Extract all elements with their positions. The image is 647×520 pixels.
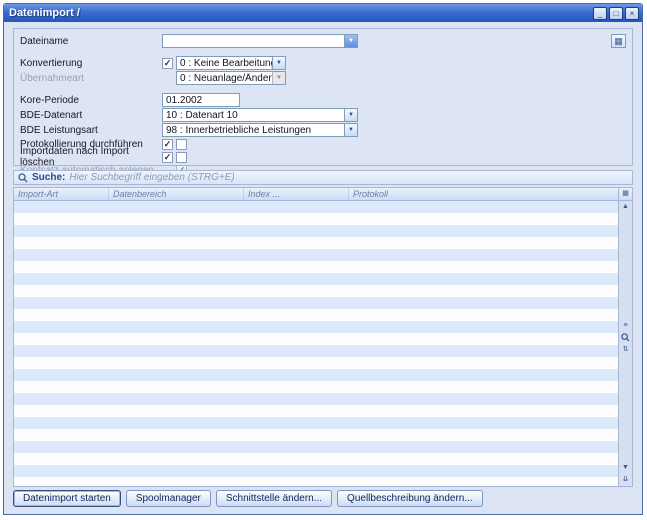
rail-search-icon[interactable]: [619, 332, 632, 344]
column-header-protokoll[interactable]: Protokoll: [349, 188, 618, 200]
table-row[interactable]: [14, 237, 618, 249]
column-header-index[interactable]: Index ...: [244, 188, 349, 200]
column-header-import-art[interactable]: Import-Art: [14, 188, 109, 200]
bde-datenart-row: BDE-Datenart 10 : Datenart 10 ▼: [20, 108, 626, 122]
table-row[interactable]: [14, 213, 618, 225]
kore-periode-value: 01.2002: [166, 95, 202, 106]
table-row[interactable]: [14, 357, 618, 369]
window-content: Dateiname ▼ ▦ Konvertierung ✓ 0 : Keine …: [5, 22, 641, 513]
table-row[interactable]: [14, 345, 618, 357]
uebernahmeart-dropdown-icon: ▼: [272, 72, 285, 84]
kore-periode-input[interactable]: 01.2002: [162, 93, 240, 107]
bde-leistungsart-row: BDE Leistungsart 98 : Innerbetriebliche …: [20, 123, 626, 137]
bde-datenart-value: 10 : Datenart 10: [166, 110, 344, 121]
file-browse-button[interactable]: ▦: [611, 34, 626, 48]
konvertierung-checkbox[interactable]: ✓: [162, 58, 173, 69]
bde-datenart-select[interactable]: 10 : Datenart 10 ▼: [162, 108, 358, 122]
konvertierung-value: 0 : Keine Bearbeitung: [180, 58, 272, 69]
table-main: Import-Art Datenbereich Index ... Protok…: [14, 188, 618, 486]
close-button[interactable]: ×: [625, 7, 639, 20]
table-row[interactable]: [14, 417, 618, 429]
table-row[interactable]: [14, 285, 618, 297]
importdaten-checkbox-2[interactable]: [176, 152, 187, 163]
protokollierung-checkbox-2[interactable]: [176, 139, 187, 150]
scroll-up-icon[interactable]: ▲: [619, 201, 632, 213]
table-row[interactable]: [14, 405, 618, 417]
window-controls: _ □ ×: [593, 7, 639, 20]
bde-datenart-dropdown-icon[interactable]: ▼: [344, 109, 357, 121]
search-hint-text: Hier Suchbegriff eingeben (STRG+E): [69, 172, 234, 183]
table-row[interactable]: [14, 249, 618, 261]
bde-datenart-label: BDE-Datenart: [20, 110, 162, 121]
uebernahmeart-select[interactable]: 0 : Neuanlage/Änderung ▼: [176, 71, 286, 85]
table-row[interactable]: [14, 477, 618, 486]
table-row[interactable]: [14, 429, 618, 441]
table-row[interactable]: [14, 297, 618, 309]
protokollierung-checkbox[interactable]: ✓: [162, 139, 173, 150]
spoolmanager-button[interactable]: Spoolmanager: [126, 490, 211, 507]
table-row[interactable]: [14, 273, 618, 285]
konvertierung-row: Konvertierung ✓ 0 : Keine Bearbeitung ▼: [20, 56, 626, 70]
change-interface-button[interactable]: Schnittstelle ändern...: [216, 490, 332, 507]
change-source-description-button[interactable]: Quellbeschreibung ändern...: [337, 490, 483, 507]
kore-periode-row: Kore-Periode 01.2002: [20, 93, 626, 107]
titlebar[interactable]: Datenimport / _ □ ×: [4, 4, 642, 22]
konvertierung-dropdown-icon[interactable]: ▼: [272, 57, 285, 69]
kore-periode-label: Kore-Periode: [20, 95, 162, 106]
start-import-button[interactable]: Datenimport starten: [13, 490, 121, 507]
footer-button-bar: Datenimport starten Spoolmanager Schnitt…: [13, 490, 633, 507]
table-row[interactable]: [14, 309, 618, 321]
table-header: Import-Art Datenbereich Index ... Protok…: [14, 188, 618, 201]
scroll-down-icon[interactable]: ▼: [619, 462, 632, 474]
konvertierung-label: Konvertierung: [20, 58, 162, 69]
table-row[interactable]: [14, 393, 618, 405]
table-row[interactable]: [14, 201, 618, 213]
table-row[interactable]: [14, 465, 618, 477]
column-header-datenbereich[interactable]: Datenbereich: [109, 188, 244, 200]
table-row[interactable]: [14, 225, 618, 237]
window-title: Datenimport /: [9, 7, 80, 19]
uebernahmeart-value: 0 : Neuanlage/Änderung: [180, 73, 272, 84]
konvertierung-select[interactable]: 0 : Keine Bearbeitung ▼: [176, 56, 286, 70]
import-results-table: Import-Art Datenbereich Index ... Protok…: [13, 187, 633, 487]
uebernahmeart-label: Übernahmeart: [20, 73, 162, 84]
importdaten-row: Importdaten nach Import löschen ✓: [20, 151, 626, 163]
table-side-rail: ▦ ▲ ≡ ⇅ ▼ ⇊: [618, 188, 632, 486]
page-down-icon[interactable]: ⇊: [619, 474, 632, 486]
dateiname-dropdown-icon[interactable]: ▼: [344, 35, 357, 47]
search-label: Suche:: [32, 172, 65, 183]
dateiname-label: Dateiname: [20, 36, 162, 47]
bde-leistungsart-label: BDE Leistungsart: [20, 125, 162, 136]
search-icon: [18, 173, 28, 183]
table-body: [14, 201, 618, 486]
minimize-button[interactable]: _: [593, 7, 607, 20]
table-row[interactable]: [14, 369, 618, 381]
table-row[interactable]: [14, 381, 618, 393]
sort-icon[interactable]: ⇅: [619, 344, 632, 356]
bde-leistungsart-value: 98 : Innerbetriebliche Leistungen: [166, 125, 344, 136]
table-row[interactable]: [14, 333, 618, 345]
maximize-button[interactable]: □: [609, 7, 623, 20]
uebernahmeart-row: Übernahmeart 0 : Neuanlage/Änderung ▼: [20, 71, 626, 85]
import-settings-panel: Dateiname ▼ ▦ Konvertierung ✓ 0 : Keine …: [13, 28, 633, 166]
search-bar[interactable]: Suche: Hier Suchbegriff eingeben (STRG+E…: [13, 170, 633, 185]
table-row[interactable]: [14, 453, 618, 465]
bde-leistungsart-select[interactable]: 98 : Innerbetriebliche Leistungen ▼: [162, 123, 358, 137]
table-row[interactable]: [14, 321, 618, 333]
bde-leistungsart-dropdown-icon[interactable]: ▼: [344, 124, 357, 136]
importdaten-checkbox[interactable]: ✓: [162, 152, 173, 163]
dateiname-combobox[interactable]: ▼: [162, 34, 358, 48]
table-row[interactable]: [14, 441, 618, 453]
datenimport-window: Datenimport / _ □ × Dateiname ▼ ▦ Konver…: [3, 3, 643, 515]
column-options-icon[interactable]: ▦: [619, 188, 632, 201]
list-menu-icon[interactable]: ≡: [619, 320, 632, 332]
dateiname-row: Dateiname ▼ ▦: [20, 34, 626, 48]
table-row[interactable]: [14, 261, 618, 273]
